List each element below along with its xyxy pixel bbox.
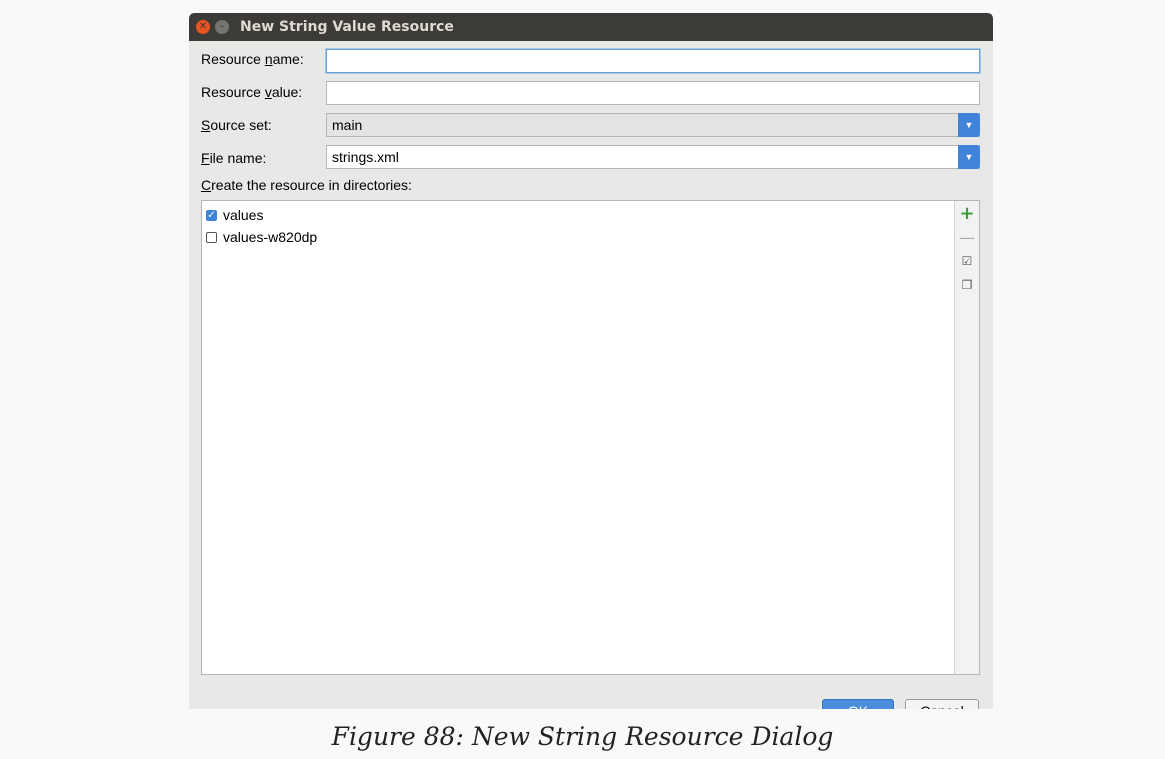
dialog-title: New String Value Resource: [240, 19, 454, 35]
directory-label: values-w820dp: [223, 229, 318, 245]
directory-item-values-w820dp[interactable]: values-w820dp: [206, 226, 317, 248]
directory-item-values[interactable]: ✓ values: [206, 204, 317, 226]
remove-directory-button[interactable]: —: [955, 225, 979, 249]
cancel-button[interactable]: Cancel: [905, 699, 979, 709]
source-set-dropdown[interactable]: main ▼: [326, 113, 980, 137]
checkbox-unchecked[interactable]: [206, 231, 217, 243]
ok-button[interactable]: OK: [822, 699, 894, 709]
source-set-label: Source set:: [201, 117, 272, 133]
source-set-value: main: [332, 117, 363, 133]
resource-value-label: Resource value:: [201, 84, 303, 100]
select-all-icon: ☑: [961, 254, 973, 268]
directory-label: values: [223, 207, 264, 223]
new-string-resource-dialog: ✕ – New String Value Resource Resource n…: [189, 13, 993, 709]
list-toolbar: + — ☑ ❐: [954, 201, 979, 674]
close-icon: ✕: [198, 21, 208, 32]
file-name-label: File name:: [201, 150, 267, 166]
resource-value-input[interactable]: [326, 81, 980, 105]
file-name-value: strings.xml: [332, 149, 399, 165]
title-bar: ✕ – New String Value Resource: [189, 13, 993, 41]
plus-icon: +: [959, 202, 975, 224]
unselect-all-button[interactable]: ❐: [955, 273, 979, 297]
add-directory-button[interactable]: +: [955, 201, 979, 225]
minus-icon: —: [959, 227, 975, 247]
minimize-icon: –: [219, 21, 225, 32]
minimize-window-button[interactable]: –: [215, 20, 229, 34]
figure-caption: Figure 88: New String Resource Dialog: [331, 722, 834, 751]
directories-list[interactable]: ✓ values values-w820dp + — ☑ ❐: [201, 200, 980, 675]
resource-name-label: Resource name:: [201, 51, 304, 67]
unselect-all-icon: ❐: [961, 278, 973, 292]
close-window-button[interactable]: ✕: [196, 20, 210, 34]
checkbox-checked[interactable]: ✓: [206, 209, 217, 221]
directories-label: Create the resource in directories:: [201, 177, 412, 193]
file-name-combobox[interactable]: strings.xml ▼: [326, 145, 980, 169]
resource-name-input[interactable]: [326, 49, 980, 73]
dropdown-arrow-icon[interactable]: ▼: [958, 145, 980, 169]
dropdown-arrow-icon[interactable]: ▼: [958, 113, 980, 137]
select-all-button[interactable]: ☑: [955, 249, 979, 273]
